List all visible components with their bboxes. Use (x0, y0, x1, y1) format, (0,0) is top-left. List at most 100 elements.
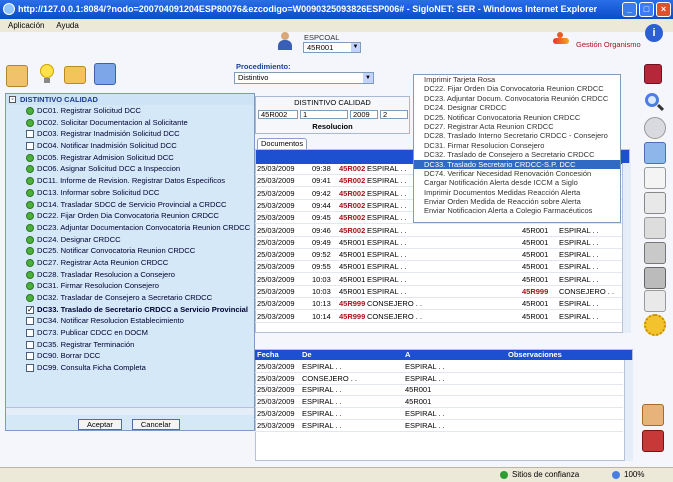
tree-item[interactable]: DC05. Registrar Admision Solicitud DCC (6, 152, 254, 164)
table-row[interactable]: 25/03/2009 10:03 45R001 ESPIRAL . . 45R001 ES… (255, 274, 622, 286)
table-row[interactable]: 25/03/2009 10:14 45R999 CONSEJERO . . 45R001… (255, 311, 622, 323)
cancel-button[interactable]: Cancelar (131, 419, 180, 430)
status-zoom[interactable]: 100% (624, 468, 644, 482)
tree-item[interactable]: DC24. Designar CRDCC (6, 234, 254, 246)
tree-item[interactable]: DC27. Registrar Acta Reunion CRDCC (6, 257, 254, 269)
tree-item[interactable]: DC11. Informe de Revision. Registrar Dat… (6, 175, 254, 187)
tree-item[interactable]: DC73. Publicar CDCC en DOCM (6, 327, 254, 339)
task-checkbox[interactable] (26, 329, 34, 338)
dropdown-option[interactable]: DC25. Notificar Convocatoria Reunion CRD… (414, 113, 620, 122)
table-row[interactable]: 25/03/2009 ESPIRAL . . ESPIRAL . . (255, 420, 623, 432)
table-row[interactable]: 25/03/2009 ESPIRAL . . 45R001 (255, 396, 623, 409)
bottom-grid-scrollbar[interactable] (624, 360, 633, 461)
tree-item[interactable]: DC28. Trasladar Resolucion a Consejero (6, 269, 254, 281)
procedimiento-select[interactable]: Distintivo ▼ (234, 72, 374, 84)
network-icon[interactable] (94, 63, 116, 85)
close-button[interactable]: × (656, 2, 671, 17)
table-row[interactable]: 25/03/2009 ESPIRAL . . ESPIRAL . . (255, 408, 623, 420)
tree-item[interactable]: DC02. Solicitar Documentacion al Solicit… (6, 117, 254, 129)
record-field3[interactable]: 2009 (350, 110, 378, 119)
collapse-icon[interactable]: - (9, 96, 16, 103)
dropdown-option[interactable]: Enviar Notificacion Alerta a Colegio Far… (414, 206, 620, 215)
tree-item[interactable]: DC04. Notificar Inadmisión Solicitud DCC (6, 140, 254, 152)
top-grid-scrollbar[interactable] (622, 163, 631, 333)
tree-item[interactable]: DC35. Registrar Terminación (6, 339, 254, 351)
table-row[interactable]: 25/03/2009 ESPIRAL . . 45R001 (255, 384, 623, 397)
user-select[interactable]: 45R001 ▼ (303, 42, 361, 53)
stack-icon[interactable] (644, 192, 666, 214)
dropdown-option[interactable]: Imprimir Tarjeta Rosa (414, 75, 620, 84)
tools-icon[interactable] (6, 65, 28, 87)
attach-icon[interactable] (644, 217, 666, 239)
maximize-button[interactable]: □ (639, 2, 654, 17)
tree-item[interactable]: DC32. Trasladar de Consejero a Secretari… (6, 292, 254, 304)
cleanup-icon[interactable] (642, 404, 664, 426)
tree-item[interactable]: DC33. Traslado de Secretario CRDCC a Ser… (6, 304, 254, 315)
tree-item[interactable]: DC34. Notificar Resolucion Establecimien… (6, 315, 254, 327)
tree-item[interactable]: DC90. Borrar DCC (6, 350, 254, 362)
table-row[interactable]: 25/03/2009 CONSEJERO . . ESPIRAL . . (255, 373, 623, 385)
tree-item[interactable]: DC22. Fijar Orden Dia Convocatoria Reuni… (6, 210, 254, 222)
gear-icon[interactable] (644, 314, 666, 336)
dropdown-option[interactable]: DC32. Traslado de Consejero a Secretario… (414, 150, 620, 159)
tree-item[interactable]: DC99. Consulta Ficha Completa (6, 362, 254, 374)
task-checkbox[interactable] (26, 352, 34, 361)
dropdown-option[interactable]: DC31. Firmar Resolucion Consejero (414, 141, 620, 150)
table-row[interactable]: 25/03/2009 ESPIRAL . . ESPIRAL . . (255, 361, 623, 373)
folder-icon[interactable] (64, 66, 86, 84)
transport-icon[interactable] (642, 430, 664, 452)
dropdown-option[interactable]: DC23. Adjuntar Docum. Convocatoria Reuni… (414, 94, 620, 103)
task-checkbox[interactable] (26, 317, 34, 326)
tree-item[interactable]: DC25. Notificar Convocatoria Reunion CRD… (6, 245, 254, 257)
minimize-button[interactable]: _ (622, 2, 637, 17)
pdf-icon[interactable] (644, 290, 666, 312)
table-row[interactable]: 25/03/2009 10:03 45R001 ESPIRAL . . 45R999 CO… (255, 286, 622, 298)
dropdown-option[interactable]: DC28. Traslado Interno Secretario CRDCC … (414, 131, 620, 140)
book-icon[interactable] (644, 64, 662, 84)
dropdown-option[interactable]: DC24. Designar CRDCC (414, 103, 620, 112)
back-icon[interactable] (644, 117, 666, 139)
menu-aplicacion[interactable]: Aplicación (8, 21, 44, 30)
table-row[interactable]: 25/03/2009 09:49 45R001 ESPIRAL . . 45R001 ES… (255, 237, 622, 249)
dropdown-option[interactable]: DC27. Registrar Acta Reunion CRDCC (414, 122, 620, 131)
table-row[interactable]: 25/03/2009 09:55 45R001 ESPIRAL . . 45R001 ES… (255, 261, 622, 274)
tree-hscroll[interactable] (6, 407, 254, 415)
tree-item[interactable]: DC03. Registrar Inadmisión Solicitud DCC (6, 128, 254, 140)
printer-icon[interactable] (644, 242, 666, 264)
tree-item[interactable]: DC23. Adjuntar Documentacion Convocatori… (6, 222, 254, 234)
task-checkbox[interactable] (26, 340, 34, 349)
task-checkbox[interactable] (26, 130, 34, 139)
magnifier-icon[interactable] (644, 92, 666, 114)
dropdown-option[interactable]: DC74. Verificar Necesidad Renovación Con… (414, 169, 620, 178)
tree-item[interactable]: DC01. Registrar Solicitud DCC (6, 105, 254, 117)
document-icon[interactable] (644, 167, 666, 189)
record-field2[interactable]: 1 (300, 110, 348, 119)
accept-button[interactable]: Aceptar (78, 419, 122, 430)
tab-documentos[interactable]: Documentos (257, 138, 307, 149)
lightbulb-icon[interactable] (36, 63, 58, 85)
dropdown-option[interactable]: Imprimir Documentos Medidas Reacción Ale… (414, 188, 620, 197)
tree-item[interactable]: DC13. Informar sobre Solicitud DCC (6, 187, 254, 199)
dropdown-option[interactable]: DC33. Traslado Secretario CRDCC-S.P. DCC (414, 159, 620, 169)
dropdown-option[interactable]: DC22. Fijar Orden Dia Convocatoria Reuni… (414, 84, 620, 93)
procedimiento-label: Procedimiento: (236, 62, 291, 71)
edit-icon[interactable] (644, 142, 666, 164)
table-row[interactable]: 25/03/2009 09:46 45R002 ESPIRAL . . 45R001 ES… (255, 225, 622, 237)
fax-icon[interactable] (644, 267, 666, 289)
record-field1[interactable]: 45R002 (258, 110, 298, 119)
dropdown-option[interactable]: Cargar Notificación Alerta desde ICCM a … (414, 178, 620, 187)
task-checkbox[interactable] (26, 304, 34, 315)
tree-item[interactable]: DC31. Firmar Resolucion Consejero (6, 280, 254, 292)
tree-item[interactable]: DC06. Asignar Solicitud DCC a Inspeccion (6, 163, 254, 175)
record-field4[interactable]: 2 (380, 110, 408, 119)
menu-ayuda[interactable]: Ayuda (56, 21, 79, 30)
info-icon[interactable]: i (645, 24, 663, 42)
task-checkbox[interactable] (26, 142, 34, 151)
table-row[interactable]: 25/03/2009 10:13 45R999 CONSEJERO . . 45R001… (255, 298, 622, 311)
table-row[interactable]: 25/03/2009 09:52 45R001 ESPIRAL . . 45R001 ES… (255, 249, 622, 262)
tree-item[interactable]: DC14. Trasladar SDCC de Servicio Provinc… (6, 199, 254, 211)
action-dropdown-list[interactable]: Imprimir Tarjeta Rosa DC22. Fijar Orden D… (413, 74, 621, 223)
tree-root[interactable]: - DISTINTIVO CALIDAD (6, 94, 254, 105)
dropdown-option[interactable]: Enviar Orden Medida de Reacción sobre Al… (414, 197, 620, 206)
task-checkbox[interactable] (26, 364, 34, 373)
